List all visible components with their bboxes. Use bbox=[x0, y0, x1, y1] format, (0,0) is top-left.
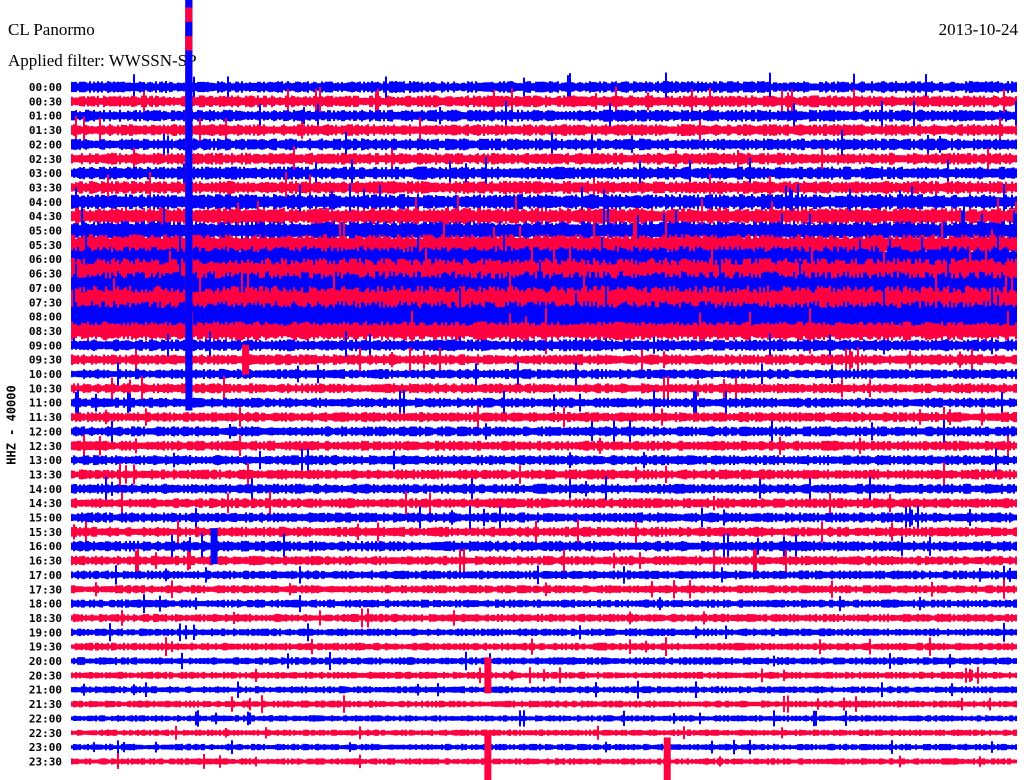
row-time-label: 05:30 bbox=[29, 239, 62, 252]
row-time-label: 11:30 bbox=[29, 411, 62, 424]
row-time-label: 20:00 bbox=[29, 655, 62, 668]
row-time-label: 17:00 bbox=[29, 569, 62, 582]
row-time-label: 22:30 bbox=[29, 727, 62, 740]
row-time-label: 03:00 bbox=[29, 167, 62, 180]
trace-row bbox=[71, 375, 1017, 401]
row-time-label: 03:30 bbox=[29, 181, 62, 194]
row-time-label: 06:00 bbox=[29, 253, 62, 266]
row-time-label: 06:30 bbox=[29, 268, 62, 281]
trace-row bbox=[71, 361, 1017, 387]
row-time-label: 16:00 bbox=[29, 540, 62, 553]
trace-row bbox=[71, 565, 1017, 585]
row-time-label: 10:30 bbox=[29, 382, 62, 395]
row-time-label: 21:00 bbox=[29, 684, 62, 697]
trace-row bbox=[71, 594, 1017, 613]
row-time-label: 01:00 bbox=[29, 110, 62, 123]
row-time-label: 20:30 bbox=[29, 669, 62, 682]
row-time-label: 09:30 bbox=[29, 354, 62, 367]
row-time-label: 11:00 bbox=[29, 397, 62, 410]
trace-row bbox=[71, 651, 1017, 671]
trace-row bbox=[71, 637, 1017, 657]
trace-row bbox=[71, 390, 1017, 416]
seismic-event bbox=[484, 657, 492, 694]
row-time-label: 21:30 bbox=[29, 698, 62, 711]
row-time-label: 13:00 bbox=[29, 454, 62, 467]
row-time-label: 07:30 bbox=[29, 296, 62, 309]
row-time-label: 22:00 bbox=[29, 712, 62, 725]
trace-row bbox=[71, 491, 1017, 516]
row-time-label: 10:00 bbox=[29, 368, 62, 381]
row-time-label: 07:00 bbox=[29, 282, 62, 295]
row-time-label: 01:30 bbox=[29, 124, 62, 137]
row-time-label: 23:30 bbox=[29, 755, 62, 768]
row-time-label: 09:00 bbox=[29, 339, 62, 352]
row-time-label: 12:00 bbox=[29, 425, 62, 438]
trace-row bbox=[71, 448, 1017, 472]
seismic-event bbox=[210, 528, 218, 565]
y-axis-label: HHZ - 40000 bbox=[4, 385, 19, 465]
trace-row bbox=[71, 419, 1017, 443]
row-time-label: 04:30 bbox=[29, 210, 62, 223]
row-time-label: 23:00 bbox=[29, 741, 62, 754]
row-time-label: 16:30 bbox=[29, 555, 62, 568]
trace-row bbox=[71, 608, 1017, 628]
trace-row bbox=[71, 622, 1017, 642]
trace-row bbox=[71, 739, 1017, 755]
trace-row bbox=[71, 680, 1017, 699]
row-time-label: 00:00 bbox=[29, 81, 62, 94]
trace-row bbox=[71, 725, 1017, 740]
seismic-event bbox=[663, 737, 671, 780]
row-time-label: 08:30 bbox=[29, 325, 62, 338]
row-time-label: 02:00 bbox=[29, 138, 62, 151]
seismic-event bbox=[242, 344, 250, 375]
trace-row bbox=[71, 579, 1017, 599]
trace-row bbox=[71, 476, 1017, 502]
seismic-event bbox=[185, 50, 193, 411]
row-time-label: 15:00 bbox=[29, 512, 62, 525]
trace-row bbox=[71, 753, 1017, 769]
row-time-label: 04:00 bbox=[29, 196, 62, 209]
row-time-label: 14:30 bbox=[29, 497, 62, 510]
row-time-label: 13:30 bbox=[29, 468, 62, 481]
row-time-label: 18:30 bbox=[29, 612, 62, 625]
trace-row bbox=[71, 505, 1017, 530]
trace-row bbox=[71, 406, 1017, 428]
helicorder-plot: 00:0000:30 01:0001:3002:00 02:3003:0003:30… bbox=[29, 0, 1017, 780]
row-time-label: 17:30 bbox=[29, 583, 62, 596]
row-time-label: 19:30 bbox=[29, 641, 62, 654]
row-time-label: 19:00 bbox=[29, 626, 62, 639]
trace-row bbox=[71, 667, 1017, 684]
row-time-label: 15:30 bbox=[29, 526, 62, 539]
trace-row bbox=[71, 462, 1017, 487]
row-time-label: 12:30 bbox=[29, 440, 62, 453]
row-time-label: 08:00 bbox=[29, 311, 62, 324]
trace-row bbox=[71, 695, 1017, 713]
row-time-label: 00:30 bbox=[29, 95, 62, 108]
seismic-event bbox=[484, 731, 492, 780]
trace-row bbox=[71, 434, 1017, 458]
row-time-label: 05:00 bbox=[29, 225, 62, 238]
row-time-label: 02:30 bbox=[29, 153, 62, 166]
row-time-label: 18:00 bbox=[29, 598, 62, 611]
row-time-label: 14:00 bbox=[29, 483, 62, 496]
trace-row bbox=[71, 710, 1017, 727]
